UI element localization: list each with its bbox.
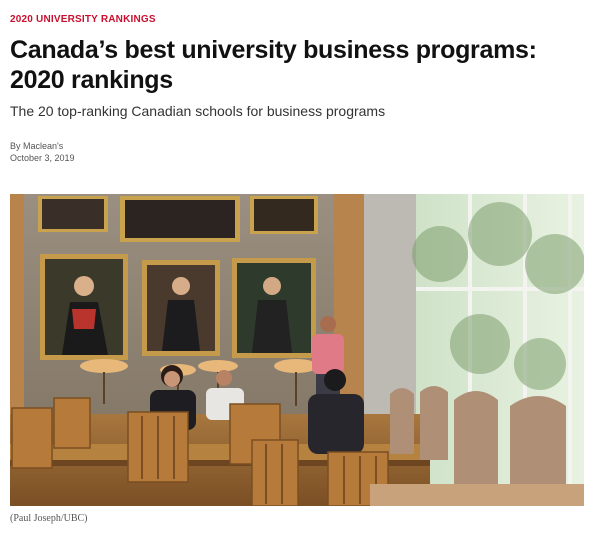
article-headline: Canada’s best university business progra… xyxy=(10,36,537,94)
byline: By Maclean's xyxy=(10,140,63,152)
article-dek: The 20 top-ranking Canadian schools for … xyxy=(10,103,386,119)
photo-caption: (Paul Joseph/UBC) xyxy=(10,513,88,524)
byline-prefix: By xyxy=(10,141,24,151)
author-link[interactable]: Maclean's xyxy=(23,141,63,151)
hero-photo xyxy=(10,194,584,506)
section-kicker[interactable]: 2020 UNIVERSITY RANKINGS xyxy=(10,14,156,25)
publish-date: October 3, 2019 xyxy=(10,153,75,163)
article-page: 2020 UNIVERSITY RANKINGS Canada’s best u… xyxy=(0,0,600,533)
library-scene-illustration xyxy=(10,194,584,506)
